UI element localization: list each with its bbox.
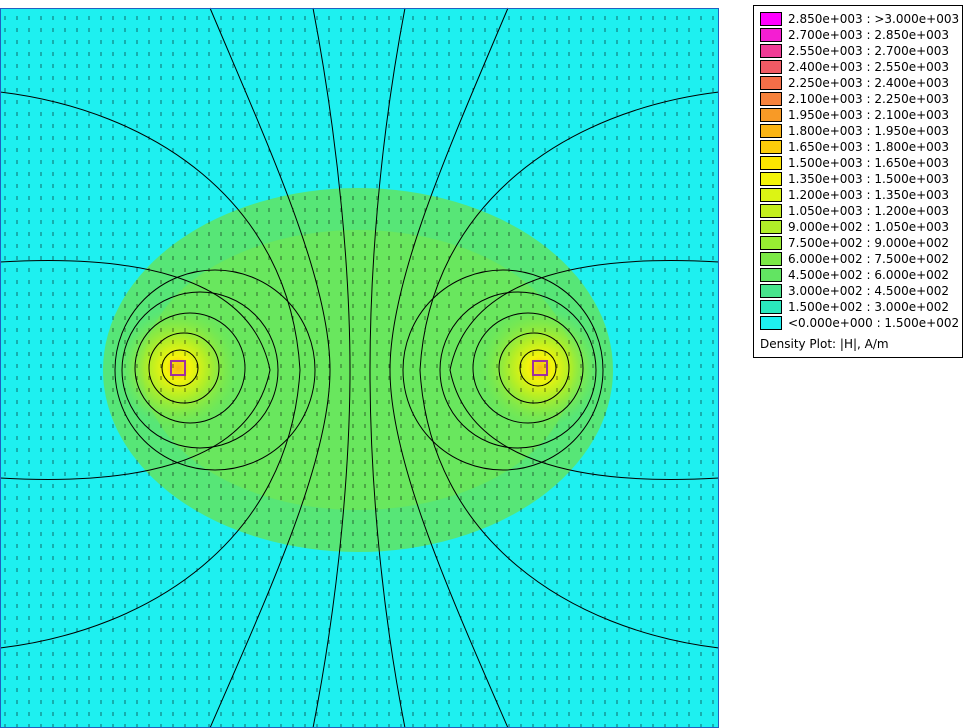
legend-entry: 1.200e+003 : 1.350e+003	[760, 187, 949, 203]
legend-swatch	[760, 188, 782, 202]
legend-entry: 3.000e+002 : 4.500e+002	[760, 283, 949, 299]
legend-label: 1.050e+003 : 1.200e+003	[788, 204, 950, 218]
legend-label: <0.000e+000 : 1.500e+002	[788, 316, 960, 330]
legend-swatch	[760, 28, 782, 42]
legend-title: Density Plot: |H|, A/m	[760, 337, 889, 351]
legend-label: 6.000e+002 : 7.500e+002	[788, 252, 950, 266]
legend-label: 2.850e+003 : >3.000e+003	[788, 12, 960, 26]
legend-entry: 2.250e+003 : 2.400e+003	[760, 75, 949, 91]
legend-swatch	[760, 60, 782, 74]
legend-entry: 2.700e+003 : 2.850e+003	[760, 27, 949, 43]
legend-swatch	[760, 92, 782, 106]
legend-entry: 2.100e+003 : 2.250e+003	[760, 91, 949, 107]
legend-swatch	[760, 140, 782, 154]
legend-swatch	[760, 124, 782, 138]
legend-label: 3.000e+002 : 4.500e+002	[788, 284, 950, 298]
legend-label: 2.100e+003 : 2.250e+003	[788, 92, 950, 106]
legend-entry: 2.400e+003 : 2.550e+003	[760, 59, 949, 75]
legend-label: 9.000e+002 : 1.050e+003	[788, 220, 950, 234]
legend-label: 4.500e+002 : 6.000e+002	[788, 268, 950, 282]
legend-label: 2.250e+003 : 2.400e+003	[788, 76, 950, 90]
legend-swatch	[760, 12, 782, 26]
legend-entry: 2.550e+003 : 2.700e+003	[760, 43, 949, 59]
legend-entry: 1.950e+003 : 2.100e+003	[760, 107, 949, 123]
legend-entry: 9.000e+002 : 1.050e+003	[760, 219, 949, 235]
legend-entry: 1.050e+003 : 1.200e+003	[760, 203, 949, 219]
legend-swatch	[760, 204, 782, 218]
legend-entry: 1.500e+003 : 1.650e+003	[760, 155, 949, 171]
legend-swatch	[760, 316, 782, 330]
legend-entry: 4.500e+002 : 6.000e+002	[760, 267, 949, 283]
legend-label: 2.400e+003 : 2.550e+003	[788, 60, 950, 74]
legend-entry: 1.350e+003 : 1.500e+003	[760, 171, 949, 187]
legend-swatch	[760, 172, 782, 186]
legend-swatch	[760, 44, 782, 58]
legend-label: 7.500e+002 : 9.000e+002	[788, 236, 950, 250]
legend-entry: 1.650e+003 : 1.800e+003	[760, 139, 949, 155]
legend-swatch	[760, 108, 782, 122]
legend-entry: <0.000e+000 : 1.500e+002	[760, 315, 959, 331]
legend-label: 1.350e+003 : 1.500e+003	[788, 172, 950, 186]
legend-label: 1.500e+002 : 3.000e+002	[788, 300, 950, 314]
legend-swatch	[760, 268, 782, 282]
legend-label: 1.800e+003 : 1.950e+003	[788, 124, 950, 138]
legend-entry: 1.500e+002 : 3.000e+002	[760, 299, 949, 315]
legend-swatch	[760, 284, 782, 298]
field-density-plot	[0, 7, 720, 728]
legend-swatch	[760, 236, 782, 250]
legend-label: 1.200e+003 : 1.350e+003	[788, 188, 950, 202]
legend-label: 2.550e+003 : 2.700e+003	[788, 44, 950, 58]
legend-label: 1.650e+003 : 1.800e+003	[788, 140, 950, 154]
legend-entry: 7.500e+002 : 9.000e+002	[760, 235, 949, 251]
field-vector-arrows	[0, 8, 719, 728]
legend-swatch	[760, 252, 782, 266]
legend-swatch	[760, 76, 782, 90]
legend-swatch	[760, 156, 782, 170]
legend-label: 1.500e+003 : 1.650e+003	[788, 156, 950, 170]
legend-entry: 1.800e+003 : 1.950e+003	[760, 123, 949, 139]
legend-swatch	[760, 220, 782, 234]
legend-entry: 6.000e+002 : 7.500e+002	[760, 251, 949, 267]
density-legend: 2.850e+003 : >3.000e+003 2.700e+003 : 2.8…	[753, 5, 963, 358]
legend-entry: 2.850e+003 : >3.000e+003	[760, 11, 959, 27]
legend-label: 1.950e+003 : 2.100e+003	[788, 108, 950, 122]
legend-label: 2.700e+003 : 2.850e+003	[788, 28, 950, 42]
legend-swatch	[760, 300, 782, 314]
